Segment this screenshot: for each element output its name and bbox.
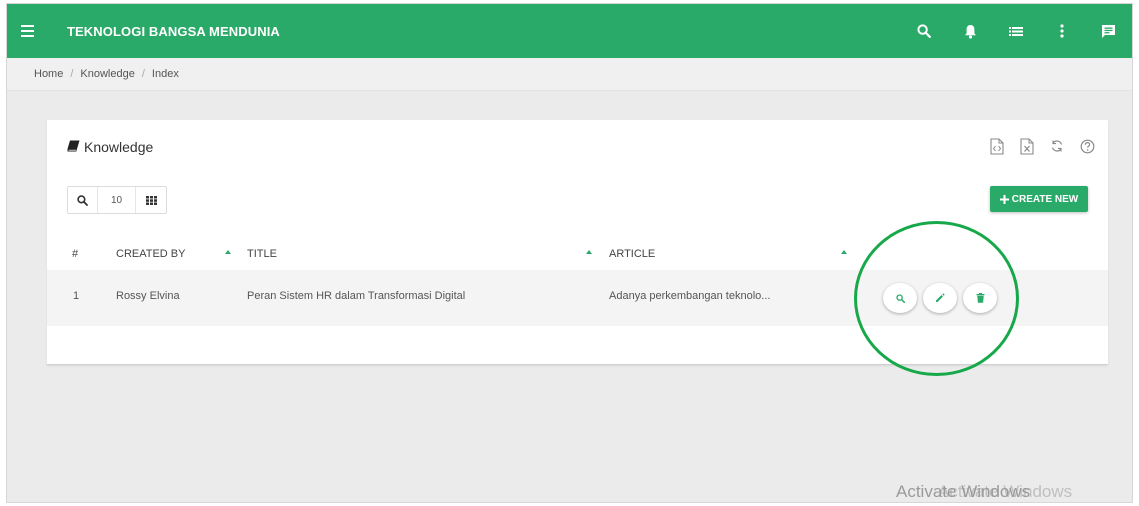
page-size-selector[interactable]: 10: [98, 187, 136, 213]
table-toolbar: 10: [67, 186, 167, 214]
knowledge-card: Knowledge 10 CREATE NEW # CREATED BY TIT…: [47, 120, 1108, 365]
book-icon: [67, 139, 84, 155]
edit-icon: [936, 293, 945, 302]
refresh-icon[interactable]: [1048, 137, 1066, 155]
top-actions: [896, 4, 1132, 58]
grid-view-button[interactable]: [136, 187, 166, 213]
app-frame: TEKNOLOGI BANGSA MENDUNIA Home / Knowled…: [6, 3, 1133, 503]
column-header-title[interactable]: TITLE: [247, 248, 277, 260]
create-new-label: CREATE NEW: [1011, 193, 1079, 205]
create-new-button[interactable]: CREATE NEW: [990, 186, 1088, 212]
cell-number: 1: [73, 290, 80, 302]
column-header-number: #: [72, 248, 79, 260]
edit-button[interactable]: [923, 283, 957, 313]
table-header: # CREATED BY TITLE ARTICLE: [47, 240, 1108, 270]
breadcrumb-home[interactable]: Home: [34, 68, 63, 80]
breadcrumb-separator: /: [70, 68, 74, 80]
card-title: Knowledge: [67, 139, 153, 155]
column-header-created-by[interactable]: CREATED BY: [116, 248, 185, 260]
delete-button[interactable]: [963, 283, 997, 313]
view-button[interactable]: [883, 283, 917, 313]
plus-icon: [999, 194, 1009, 204]
view-icon: [895, 293, 905, 303]
breadcrumb: Home / Knowledge / Index: [7, 58, 1132, 91]
grid-icon: [145, 195, 157, 205]
chat-icon[interactable]: [1090, 13, 1126, 49]
hamburger-menu-icon[interactable]: [21, 18, 47, 44]
activate-windows-watermark: Activate Windows Activate Windows: [896, 482, 1072, 502]
row-actions: [883, 283, 997, 313]
column-header-article[interactable]: ARTICLE: [609, 248, 655, 260]
more-vert-icon[interactable]: [1044, 13, 1080, 49]
app-title: TEKNOLOGI BANGSA MENDUNIA: [67, 23, 280, 39]
help-icon[interactable]: [1078, 137, 1096, 155]
bell-icon[interactable]: [952, 13, 988, 49]
breadcrumb-knowledge[interactable]: Knowledge: [80, 68, 134, 80]
csv-export-icon[interactable]: [988, 137, 1006, 155]
cell-created-by: Rossy Elvina: [116, 290, 180, 302]
card-title-text: Knowledge: [84, 139, 154, 155]
cell-title: Peran Sistem HR dalam Transformasi Digit…: [247, 290, 466, 302]
list-icon[interactable]: [998, 13, 1034, 49]
breadcrumb-separator: /: [141, 68, 145, 80]
table-search-button[interactable]: [68, 187, 98, 213]
breadcrumb-current: Index: [151, 68, 179, 80]
card-tools: [988, 137, 1096, 155]
table-row[interactable]: 1 Rossy Elvina Peran Sistem HR dalam Tra…: [47, 270, 1108, 326]
sort-created-by-icon[interactable]: [225, 250, 231, 254]
excel-export-icon[interactable]: [1018, 137, 1036, 155]
search-icon: [77, 194, 88, 206]
cell-article: Adanya perkembangan teknolo...: [609, 290, 771, 302]
top-app-bar: TEKNOLOGI BANGSA MENDUNIA: [7, 4, 1132, 58]
search-icon[interactable]: [906, 13, 942, 49]
delete-icon: [976, 293, 984, 303]
sort-title-icon[interactable]: [586, 250, 592, 254]
watermark-ghost-text: Activate Windows: [938, 482, 1073, 501]
sort-article-icon[interactable]: [841, 250, 847, 254]
